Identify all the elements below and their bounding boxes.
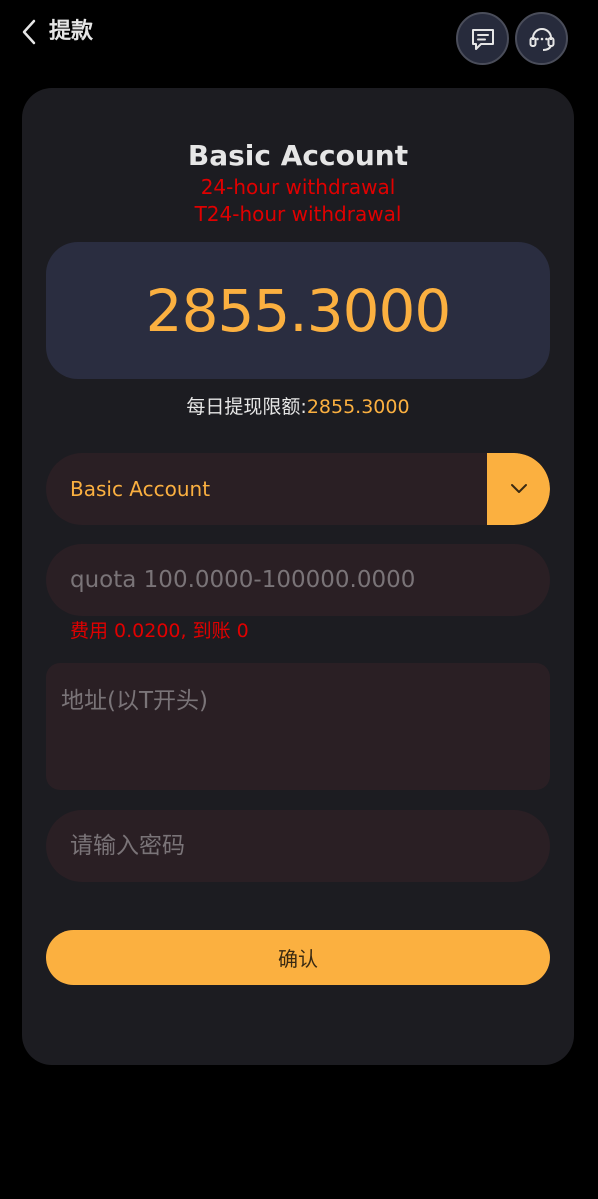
password-input[interactable] [46,810,550,882]
confirm-button[interactable]: 确认 [46,930,550,985]
top-bar: 提款 [0,0,598,66]
withdrawal-notice-line1: 24-hour withdrawal [200,175,396,199]
account-title: Basic Account [187,139,409,172]
message-button[interactable] [456,12,509,65]
account-select-value: Basic Account [70,477,211,501]
daily-limit-label: 每日提现限额: [186,396,307,418]
chevron-left-icon [22,19,36,45]
page-title: 提款 [49,19,94,44]
account-select-toggle[interactable] [487,453,550,525]
balance-box: 2855.3000 [46,242,550,379]
message-icon [471,28,494,50]
balance-value: 2855.3000 [145,276,452,345]
headset-icon [529,27,554,51]
daily-limit-row: 每日提现限额:2855.3000 [22,393,574,421]
address-input[interactable] [46,663,550,790]
back-button[interactable] [18,18,40,46]
daily-limit-value: 2855.3000 [306,396,410,418]
fee-text: 费用 0.0200, 到账 0 [70,620,249,642]
withdraw-card: Basic Account 24-hour withdrawal T24-hou… [22,88,574,1065]
account-select[interactable]: Basic Account [46,453,550,525]
chevron-down-icon [510,484,527,493]
withdrawal-notice-line2: T24-hour withdrawal [194,202,402,226]
support-button[interactable] [515,12,568,65]
amount-input[interactable] [46,544,550,616]
